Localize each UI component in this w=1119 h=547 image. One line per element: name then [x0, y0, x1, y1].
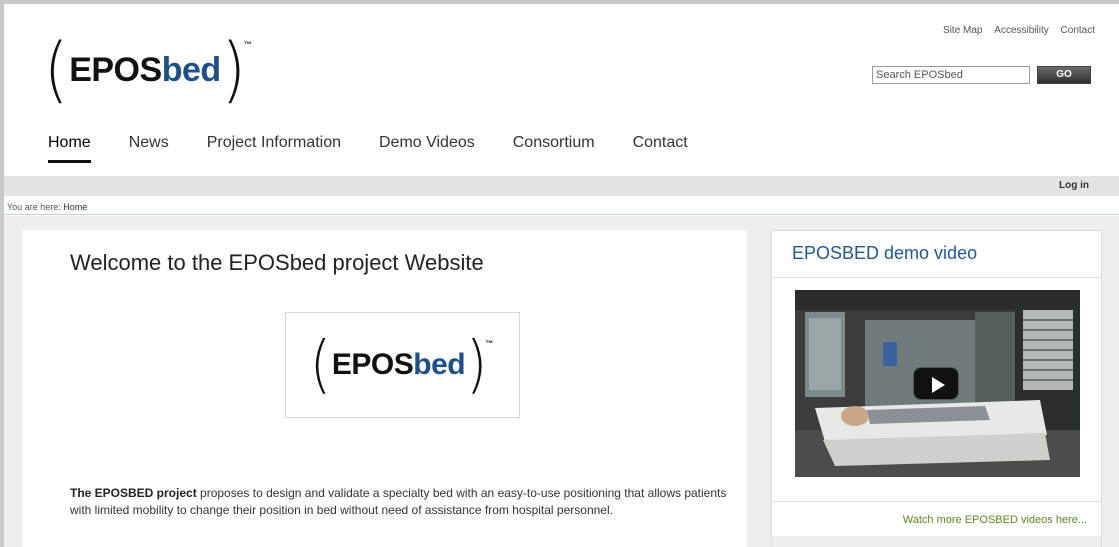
intro-paragraph: The EPOSBED project proposes to design a…: [70, 485, 742, 519]
sidebar-bottom-band: [772, 536, 1101, 547]
breadcrumb-home-link[interactable]: Home: [63, 202, 87, 212]
utility-links: Site Map Accessibility Contact: [934, 25, 1095, 36]
sidebar-divider-bottom: [772, 501, 1101, 502]
sidebar-video-panel: EPOSBED demo video Watch more EPOSBED vi…: [771, 230, 1102, 547]
login-link[interactable]: Log in: [1059, 180, 1089, 191]
util-link-accessibility[interactable]: Accessibility: [994, 25, 1048, 36]
content-logo-image: ( EPOSbed ) ™: [285, 312, 520, 418]
nav-item-contact[interactable]: Contact: [633, 134, 688, 152]
content-logo-text-main: EPOS: [331, 348, 414, 381]
util-link-site-map[interactable]: Site Map: [943, 25, 982, 36]
nav-item-home[interactable]: Home: [48, 134, 91, 163]
nav-item-news[interactable]: News: [129, 134, 169, 152]
search-input[interactable]: [872, 66, 1030, 84]
sidebar-divider: [772, 277, 1101, 278]
site-header: ( EPOSbed ) ™ Site Map Accessibility Con…: [4, 4, 1119, 174]
util-link-contact[interactable]: Contact: [1061, 25, 1095, 36]
nav-item-demo-videos[interactable]: Demo Videos: [379, 134, 475, 152]
search-form: GO: [872, 66, 1091, 84]
site-logo[interactable]: ( EPOSbed ) ™: [44, 30, 254, 110]
main-nav: Home News Project Information Demo Video…: [48, 134, 726, 163]
logo-trademark: ™: [243, 39, 252, 49]
logo-text-main: EPOS: [69, 50, 162, 89]
logo-text-accent: bed: [161, 50, 221, 89]
more-videos-link[interactable]: Watch more EPOSBED videos here...: [903, 514, 1087, 526]
nav-item-project-information[interactable]: Project Information: [207, 134, 341, 152]
content-logo-text-accent: bed: [413, 348, 466, 381]
main-content: Welcome to the EPOSbed project Website (…: [22, 230, 747, 547]
page-title: Welcome to the EPOSbed project Website: [70, 250, 484, 275]
sidebar-title: EPOSBED demo video: [792, 243, 978, 263]
search-go-button[interactable]: GO: [1037, 66, 1091, 84]
content-logo-trademark: ™: [485, 338, 494, 348]
breadcrumb: You are here: Home: [4, 197, 1119, 215]
breadcrumb-prefix: You are here:: [7, 202, 64, 212]
nav-item-consortium[interactable]: Consortium: [513, 134, 595, 152]
login-bar: Log in: [4, 176, 1119, 196]
intro-bold: The EPOSBED project: [70, 486, 197, 500]
play-icon[interactable]: [913, 367, 959, 400]
demo-video-player[interactable]: [795, 290, 1080, 477]
